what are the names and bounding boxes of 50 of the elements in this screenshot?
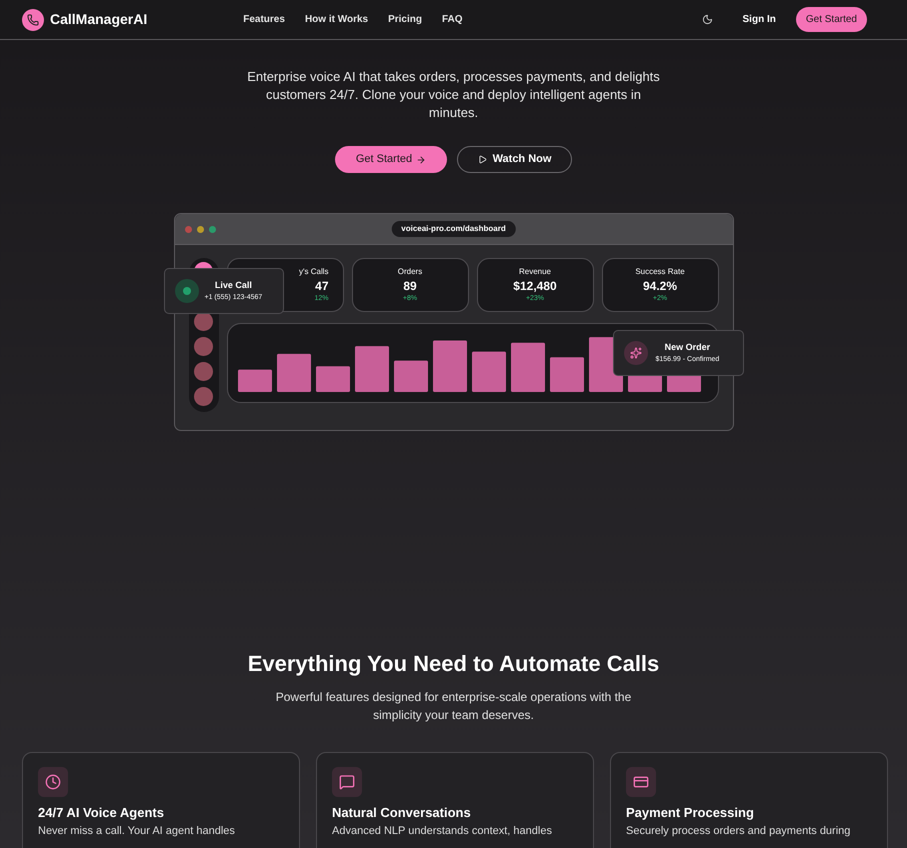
sidebar-item[interactable] [194,362,213,381]
phone-logo-icon [22,8,44,30]
stat-label: y's Calls [298,266,328,278]
sidebar-item[interactable] [194,337,213,356]
credit-card-icon [633,774,649,790]
section-subtitle: Powerful features designed for enterprise-scale operations with the simplicity your team deserves. [274,689,632,724]
watch-now-button[interactable]: Watch Now [457,146,572,173]
live-call-title: Live Call [214,279,252,292]
brand-name[interactable]: CallManagerAI [50,9,148,30]
live-indicator-icon [174,279,198,303]
stat-value: $12,480 [513,278,557,294]
arrow-right-icon [416,154,426,164]
sidebar-item[interactable] [194,387,213,406]
feature-text: Advanced NLP understands context, handles [332,824,553,838]
stat-value: 94.2% [642,278,678,294]
chart-bar [238,370,272,392]
get-started-button[interactable]: Get Started [796,7,867,32]
chart-bar [510,342,544,392]
nav-link[interactable]: Pricing [388,12,422,27]
nav-link[interactable]: FAQ [442,12,463,27]
chart-bar [472,352,506,392]
chart-bar [394,360,428,392]
chart-bar [316,366,350,392]
get-started-button[interactable]: Get Started [335,146,447,173]
hero-subtitle: Enterprise voice AI that takes orders, processes payments, and delights customers 24/7. Clone your voice and deploy intelligent agents in minutes. [246,68,661,122]
nav-link[interactable]: Features [243,12,285,27]
stat-value: 89 [403,278,417,294]
chart-bar [276,354,310,392]
url-bar: voiceai-pro.com/dashboard [391,221,516,237]
feature-text: Securely process orders and payments during [626,824,852,838]
chart-bar [354,346,388,392]
chart-bar [550,357,584,392]
sparkles-icon [624,341,648,365]
dark-mode-icon[interactable] [702,14,713,25]
chat-bubble-icon [339,774,355,790]
nav-link[interactable]: How it Works [304,12,368,27]
new-order-title: New Order [664,341,710,354]
feature-title: 24/7 AI Voice Agents [38,805,165,821]
stat-label: Revenue [518,266,552,278]
stat-label: Orders [398,266,422,278]
feature-title: Natural Conversations [332,805,472,821]
chart-bar [432,340,466,392]
stat-value: 47 [315,278,328,294]
stat-label: Success Rate [635,266,685,278]
feature-title: Payment Processing [626,805,755,821]
sign-in-link[interactable]: Sign In [742,12,776,27]
play-icon [478,155,487,164]
clock-icon [45,774,61,790]
feature-text: Never miss a call. Your AI agent handles [38,824,236,838]
section-title: Everything You Need to Automate Calls [248,650,660,678]
